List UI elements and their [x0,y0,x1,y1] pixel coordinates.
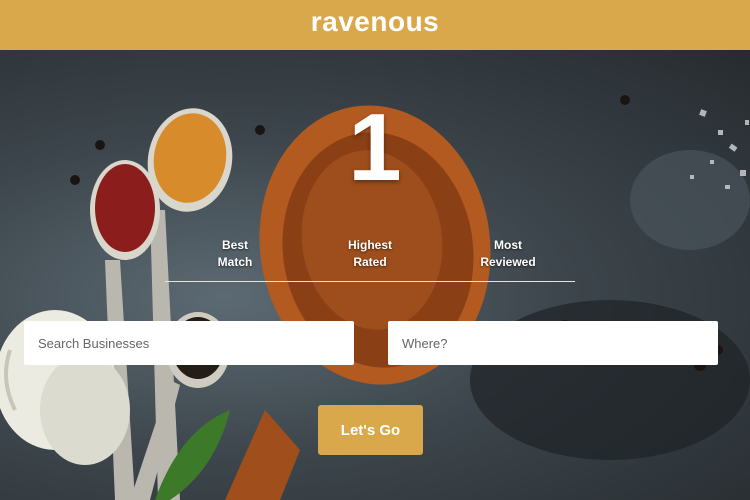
hero-number: 1 [348,94,402,201]
sort-option-most-reviewed[interactable]: Most Reviewed [473,237,543,271]
app-header: ravenous [0,0,750,50]
search-location-input[interactable] [388,321,718,365]
sort-option-label-line2: Rated [353,255,387,269]
search-hero: 1 Best Match Highest Rated Most Reviewed… [0,50,750,500]
search-term-input[interactable] [24,321,354,365]
sort-option-best-match[interactable]: Best Match [205,237,265,271]
app-logo: ravenous [310,6,440,37]
sort-option-label-line1: Best [221,238,248,252]
search-submit-button[interactable]: Let's Go [318,405,423,455]
sort-options: Best Match Highest Rated Most Reviewed [165,237,575,282]
sort-option-label-line1: Most [494,238,522,252]
sort-option-highest-rated[interactable]: Highest Rated [340,237,400,271]
sort-option-label-line1: Highest [347,238,392,252]
sort-option-label-line2: Match [217,255,253,269]
sort-option-label-line2: Reviewed [480,255,536,269]
